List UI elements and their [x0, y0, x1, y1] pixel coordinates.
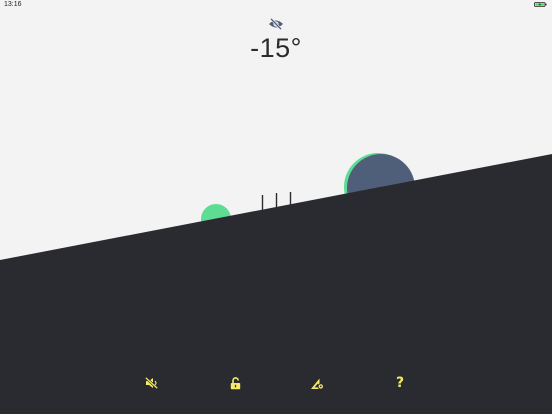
eye-slash-icon[interactable]	[268, 18, 284, 30]
level-screen: 13:16 -15° ?	[0, 0, 552, 414]
calibrate-button[interactable]	[307, 373, 327, 393]
lock-open-icon	[230, 376, 240, 389]
angle-readout: -15°	[250, 33, 302, 63]
triangle-ruler-gear-icon	[311, 378, 324, 390]
speaker-muted-icon	[145, 377, 159, 389]
help-button[interactable]: ?	[390, 373, 410, 393]
sound-toggle-button[interactable]	[142, 373, 162, 393]
question-icon: ?	[395, 375, 405, 391]
status-time: 13:16	[4, 1, 22, 8]
lock-toggle-button[interactable]	[225, 373, 245, 393]
battery-charging-icon	[534, 2, 547, 7]
